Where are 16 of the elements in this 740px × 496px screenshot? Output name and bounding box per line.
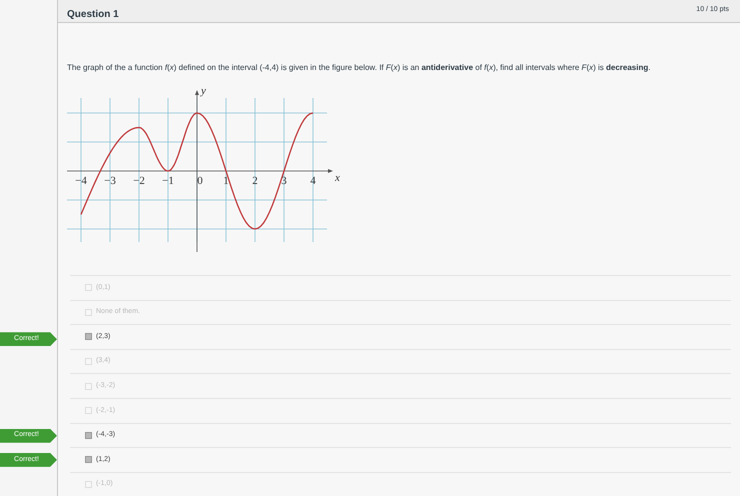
- checkbox[interactable]: [85, 333, 92, 340]
- checkbox[interactable]: [85, 456, 92, 464]
- axis-label: y: [201, 85, 206, 97]
- question-text: The graph of the a function f(x) defined on the interval (-4,4) is given in the figure below. If F(x) is an antiderivative of f(x), find all intervals where F(x) is decreasing.: [67, 62, 652, 74]
- checkbox[interactable]: [85, 432, 92, 439]
- tick-label: 0: [197, 175, 203, 187]
- tick-label: 1: [223, 175, 229, 187]
- tick-label: −2: [133, 175, 145, 187]
- tick-label: −4: [75, 175, 87, 187]
- tick-label: −3: [104, 175, 116, 187]
- tick-label: 2: [252, 175, 258, 187]
- tick-label: 4: [310, 175, 316, 187]
- tick-label: −1: [162, 175, 174, 187]
- axis-label: x: [335, 172, 340, 184]
- question-title: Question 1: [67, 8, 119, 22]
- tick-label: 3: [281, 175, 287, 187]
